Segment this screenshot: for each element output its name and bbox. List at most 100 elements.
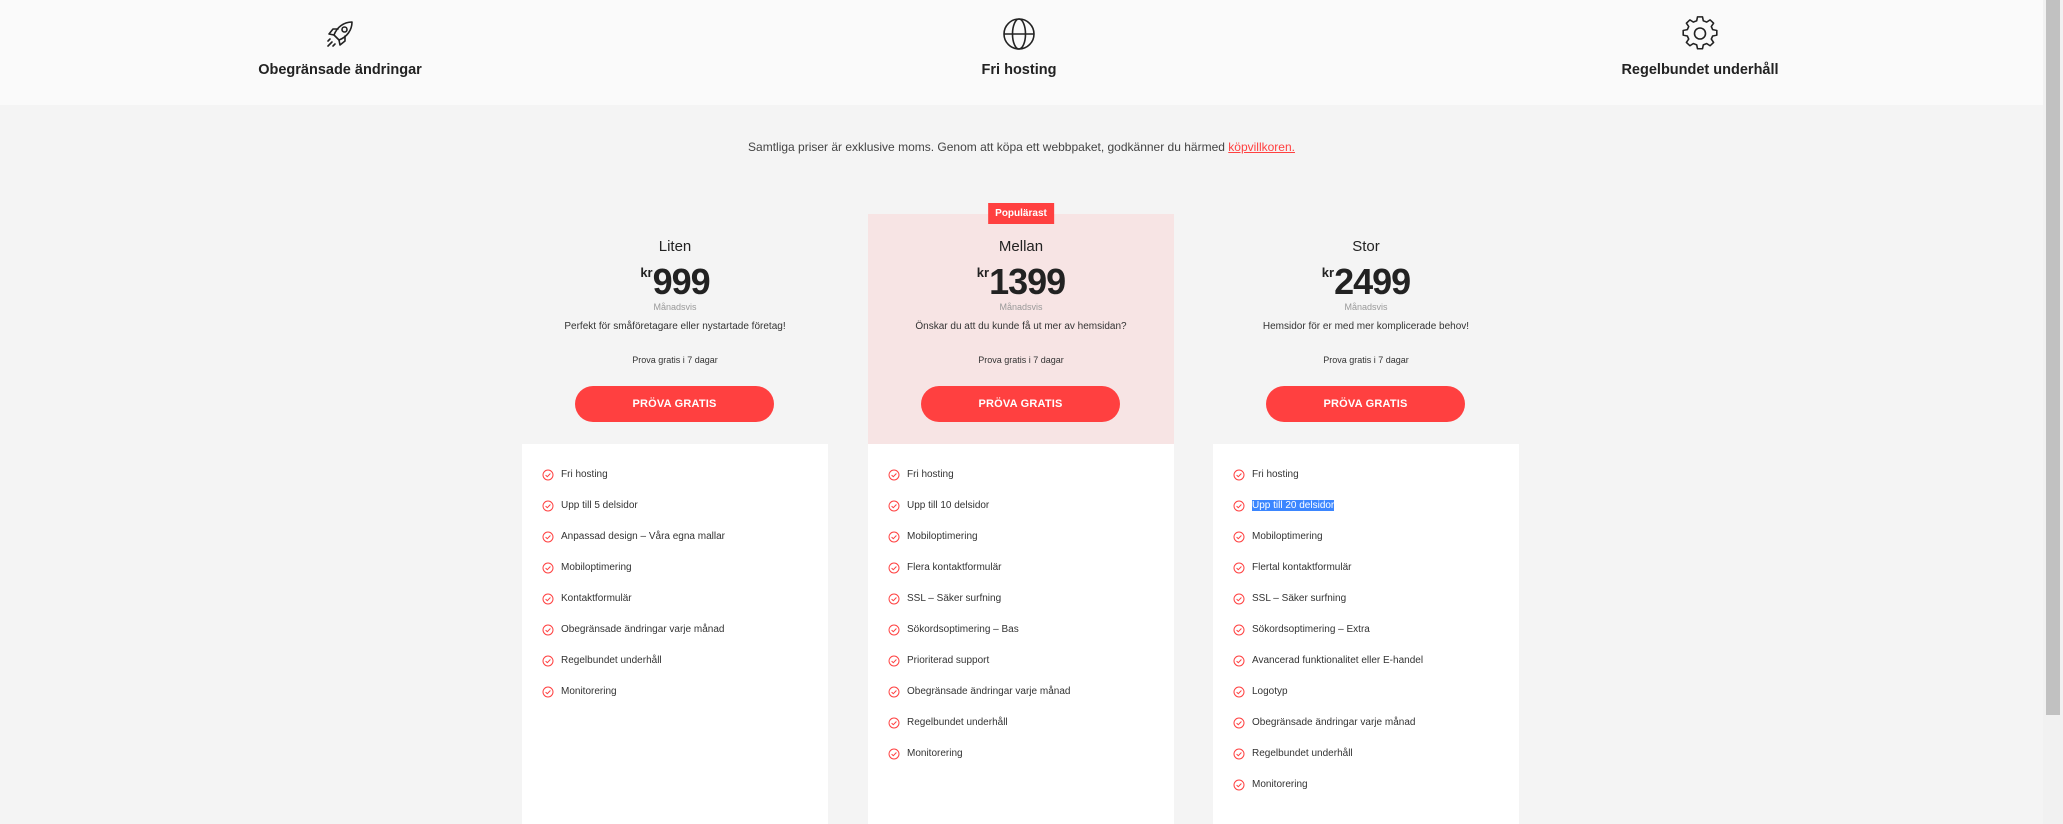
- plan-features: Fri hosting Upp till 5 delsidor Anpassad d…: [542, 469, 812, 717]
- billing-period: Månadsvis: [1344, 302, 1388, 312]
- feature-text: Anpassad design – Våra egna mallar: [561, 531, 725, 542]
- check-circle-icon: [888, 624, 900, 636]
- check-circle-icon: [1233, 593, 1245, 605]
- plan-header: Populärast Mellan kr1399 Månadsvis Önska…: [868, 203, 1174, 444]
- terms-link[interactable]: köpvillkoren.: [1228, 140, 1295, 154]
- check-circle-icon: [888, 717, 900, 729]
- feature-item: Upp till 5 delsidor: [542, 500, 812, 531]
- feature-text: Flertal kontaktformulär: [1252, 562, 1352, 573]
- price-currency: kr: [976, 265, 990, 280]
- feature-item: Regelbundet underhåll: [542, 655, 812, 686]
- price-amount: 1399: [989, 261, 1066, 302]
- check-circle-icon: [1233, 748, 1245, 760]
- feature-unlimited-changes: Obegränsade ändringar: [190, 16, 490, 78]
- feature-text: Logotyp: [1252, 686, 1288, 697]
- feature-text: Monitorering: [561, 686, 617, 697]
- plan-description: Hemsidor för er med mer komplicerade beh…: [1262, 321, 1470, 332]
- feature-item: Obegränsade ändringar varje månad: [1233, 717, 1503, 748]
- feature-item: Kontaktformulär: [542, 593, 812, 624]
- feature-item: Sökordsoptimering – Extra: [1233, 624, 1503, 655]
- feature-text: Obegränsade ändringar varje månad: [561, 624, 725, 635]
- feature-item: Obegränsade ändringar varje månad: [888, 686, 1158, 717]
- feature-item: Obegränsade ändringar varje månad: [542, 624, 812, 655]
- plan-description: Önskar du att du kunde få ut mer av hems…: [915, 321, 1127, 332]
- price-currency: kr: [640, 265, 653, 280]
- try-free-button[interactable]: PRÖVA GRATIS: [575, 386, 774, 422]
- check-circle-icon: [888, 686, 900, 698]
- gear-icon: [1682, 16, 1718, 50]
- plan-header: Stor kr2499 Månadsvis Hemsidor för er me…: [1213, 214, 1519, 444]
- feature-text: Regelbundet underhåll: [561, 655, 662, 666]
- feature-text: Mobiloptimering: [561, 562, 632, 573]
- feature-text: SSL – Säker surfning: [1252, 593, 1347, 604]
- feature-label: Fri hosting: [981, 62, 1057, 78]
- feature-text: Fri hosting: [561, 469, 608, 480]
- popular-badge: Populärast: [988, 203, 1054, 224]
- feature-item: Flera kontaktformulär: [888, 562, 1158, 593]
- feature-text: Fri hosting: [907, 469, 954, 480]
- try-free-button[interactable]: PRÖVA GRATIS: [921, 386, 1120, 422]
- feature-text: Regelbundet underhåll: [907, 717, 1008, 728]
- try-free-button[interactable]: PRÖVA GRATIS: [1266, 386, 1465, 422]
- plan-card-stor: Stor kr2499 Månadsvis Hemsidor för er me…: [1213, 214, 1519, 824]
- feature-text: SSL – Säker surfning: [907, 593, 1002, 604]
- plan-price: kr1399: [868, 264, 1174, 300]
- plan-features: Fri hosting Upp till 20 delsidor Mobilopti…: [1233, 469, 1503, 810]
- feature-item: Monitorering: [888, 748, 1158, 779]
- feature-item: Upp till 10 delsidor: [888, 500, 1158, 531]
- feature-text: Upp till 5 delsidor: [561, 500, 638, 511]
- plan-card-liten: Liten kr999 Månadsvis Perfekt för småför…: [522, 214, 828, 824]
- rocket-icon: [327, 21, 353, 47]
- feature-item: Mobiloptimering: [542, 562, 812, 593]
- feature-label: Obegränsade ändringar: [258, 62, 422, 78]
- feature-label: Regelbundet underhåll: [1621, 62, 1779, 78]
- check-circle-icon: [542, 655, 554, 667]
- feature-item: Monitorering: [1233, 779, 1503, 810]
- feature-item: Regelbundet underhåll: [888, 717, 1158, 748]
- check-circle-icon: [888, 748, 900, 760]
- plan-price: kr999: [522, 264, 828, 300]
- check-circle-icon: [1233, 531, 1245, 543]
- feature-text: Upp till 10 delsidor: [907, 500, 990, 511]
- disclaimer-text: Samtliga priser är exklusive moms. Genom…: [748, 140, 1229, 154]
- check-circle-icon: [1233, 624, 1245, 636]
- feature-item: Mobiloptimering: [888, 531, 1158, 562]
- feature-item: Regelbundet underhåll: [1233, 748, 1503, 779]
- feature-item: Mobiloptimering: [1233, 531, 1503, 562]
- feature-item: Avancerad funktionalitet eller E-handel: [1233, 655, 1503, 686]
- check-circle-icon: [542, 624, 554, 636]
- check-circle-icon: [542, 500, 554, 512]
- feature-item: Upp till 20 delsidor: [1233, 500, 1503, 531]
- feature-item: Flertal kontaktformulär: [1233, 562, 1503, 593]
- plan-features: Fri hosting Upp till 10 delsidor Mobilopti…: [888, 469, 1158, 779]
- feature-free-hosting: Fri hosting: [869, 16, 1169, 78]
- feature-item: Fri hosting: [542, 469, 812, 500]
- billing-period: Månadsvis: [653, 302, 697, 312]
- check-circle-icon: [542, 686, 554, 698]
- feature-text: Kontaktformulär: [561, 593, 632, 604]
- trial-note: Prova gratis i 7 dagar: [632, 355, 718, 365]
- page-scrollbar[interactable]: [2043, 0, 2063, 824]
- feature-text: Fri hosting: [1252, 469, 1299, 480]
- trial-note: Prova gratis i 7 dagar: [1323, 355, 1409, 365]
- check-circle-icon: [888, 469, 900, 481]
- scrollbar-thumb[interactable]: [2046, 0, 2060, 715]
- features-bar: Obegränsade ändringar Fri hosting Regelb…: [0, 0, 2043, 105]
- feature-item: Prioriterad support: [888, 655, 1158, 686]
- feature-item: SSL – Säker surfning: [888, 593, 1158, 624]
- check-circle-icon: [1233, 562, 1245, 574]
- check-circle-icon: [1233, 779, 1245, 791]
- plan-price: kr2499: [1213, 264, 1519, 300]
- feature-text: Sökordsoptimering – Extra: [1252, 624, 1370, 635]
- check-circle-icon: [888, 531, 900, 543]
- plan-name: Stor: [1352, 238, 1380, 255]
- check-circle-icon: [542, 593, 554, 605]
- check-circle-icon: [1233, 655, 1245, 667]
- price-amount: 2499: [1334, 261, 1411, 302]
- price-amount: 999: [652, 261, 711, 302]
- check-circle-icon: [1233, 469, 1245, 481]
- feature-maintenance: Regelbundet underhåll: [1550, 16, 1850, 78]
- check-circle-icon: [1233, 500, 1245, 512]
- feature-text: Obegränsade ändringar varje månad: [1252, 717, 1416, 728]
- feature-text: Sökordsoptimering – Bas: [907, 624, 1019, 635]
